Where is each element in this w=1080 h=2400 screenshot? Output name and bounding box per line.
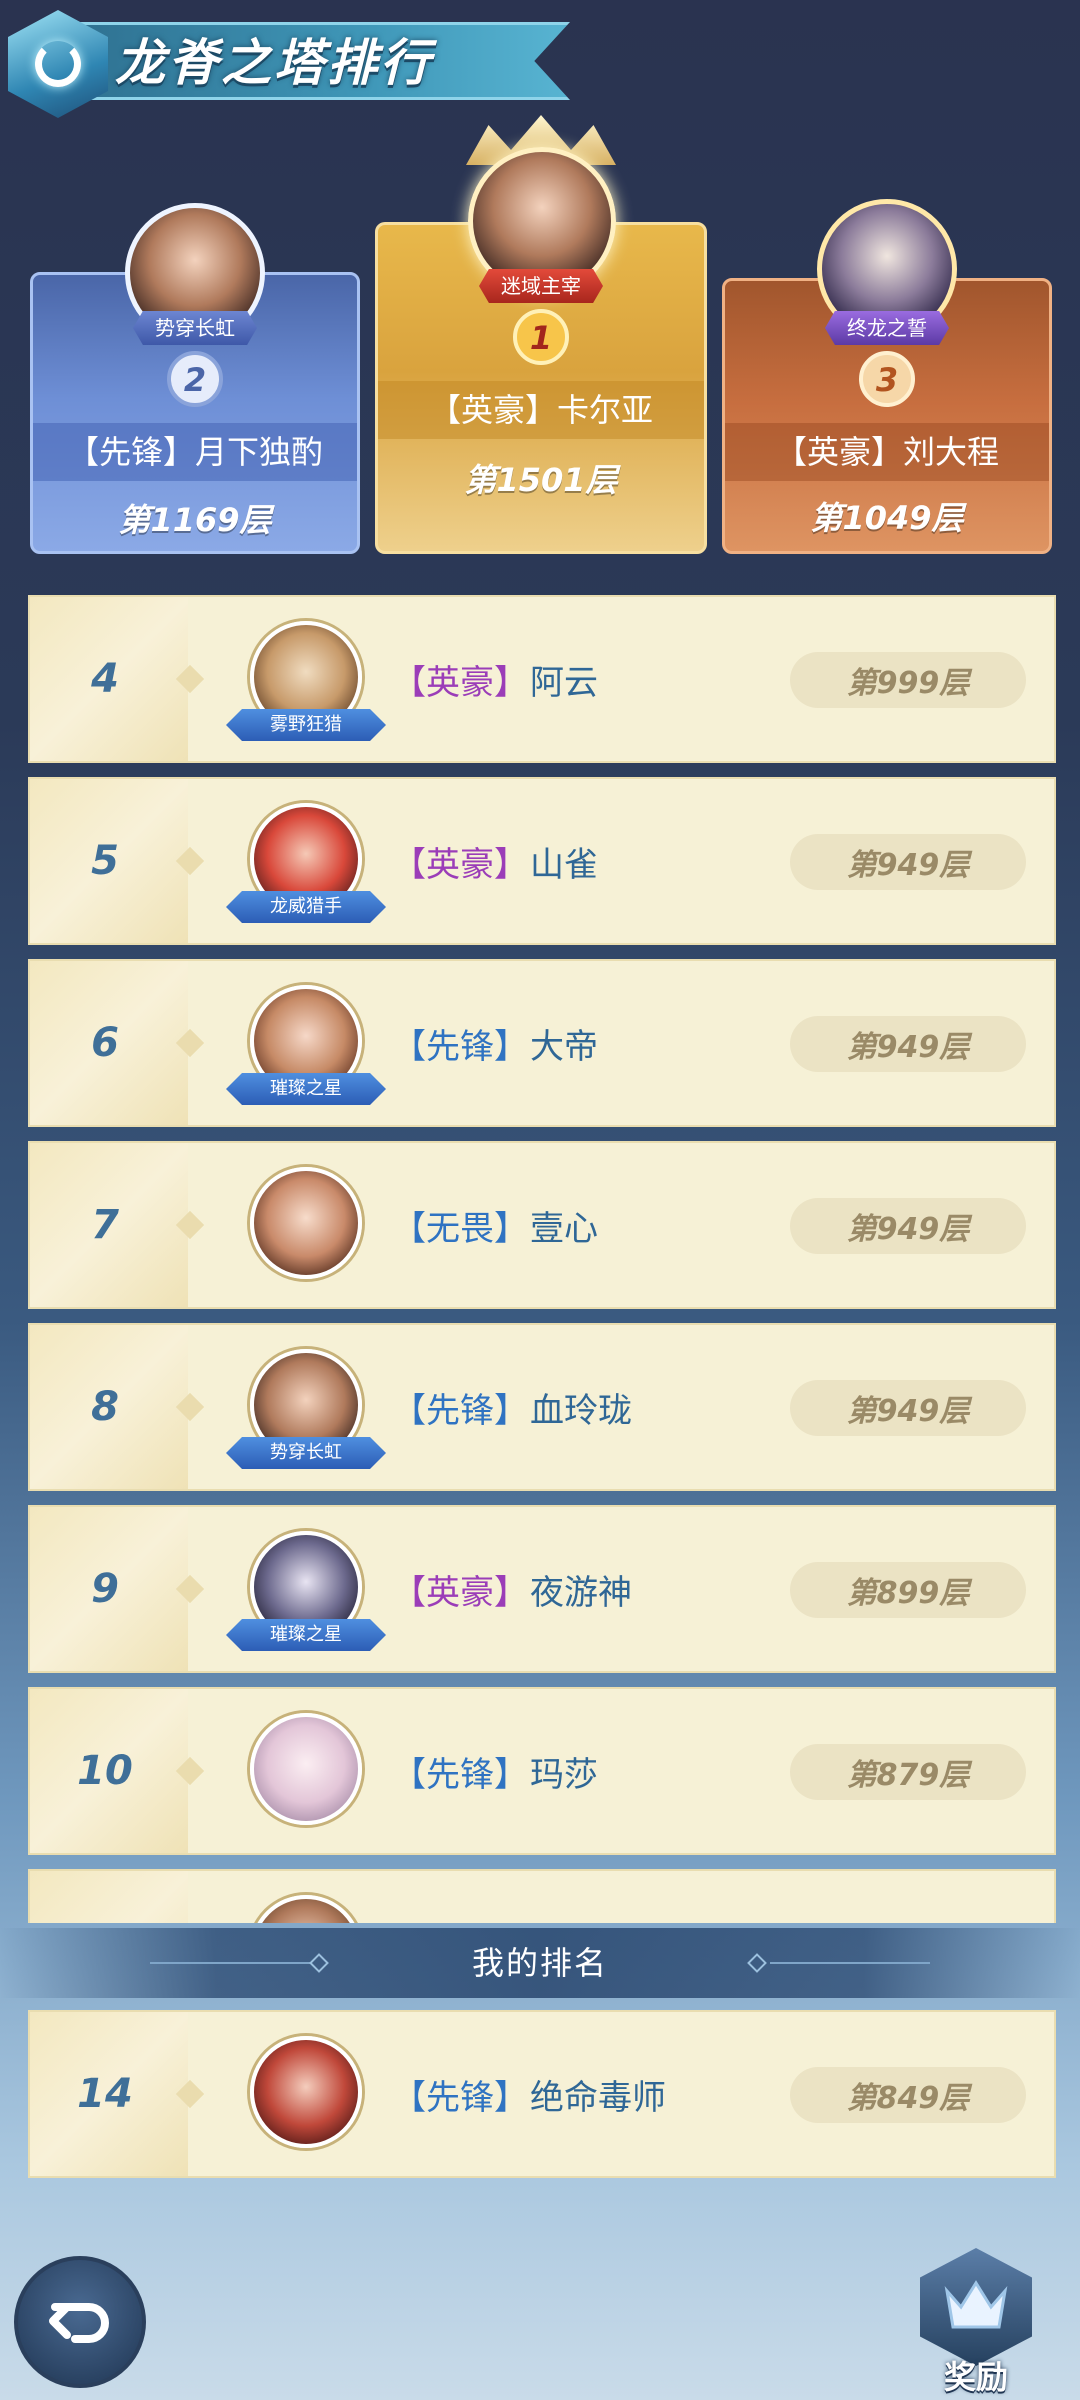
frame-label: 璀璨之星 [226, 1073, 386, 1105]
rank-number: 5 [91, 838, 119, 884]
player-name-text: 卡尔亚 [557, 391, 654, 429]
podium-rank-3[interactable]: 终龙之誓 3 【英豪】刘大程 第1049层 [722, 199, 1052, 554]
list-item[interactable]: 4 雾野狂猎 【英豪】 阿云 第999层 [28, 595, 1056, 763]
rank-number: 7 [91, 1202, 119, 1248]
player-name-text: 山雀 [530, 844, 598, 885]
player-name-text: 大帝 [530, 1026, 598, 1067]
floor-count: 第949层 [790, 834, 1026, 890]
class-tag: 【先锋】 [392, 1026, 528, 1067]
floor-count: 第949层 [790, 1016, 1026, 1072]
list-item[interactable]: 6 璀璨之星 【先锋】 大帝 第949层 [28, 959, 1056, 1127]
floor-count: 第1501层 [464, 461, 618, 499]
player-name-text: 月下独酌 [195, 433, 324, 471]
title-badge: 终龙之誓 [825, 311, 949, 345]
header: 龙脊之塔排行 [0, 0, 600, 130]
floor-count: 第949层 [790, 1380, 1026, 1436]
floor-count: 第1049层 [810, 499, 964, 537]
class-tag: 【英豪】 [428, 391, 557, 429]
reward-button[interactable]: 奖励 [912, 2248, 1040, 2396]
avatar [250, 2036, 362, 2148]
player-name-text: 刘大程 [903, 433, 1000, 471]
class-tag: 【英豪】 [392, 844, 528, 885]
player-name: 【先锋】 大帝 [392, 961, 598, 1125]
ranking-list[interactable]: 4 雾野狂猎 【英豪】 阿云 第999层 5 龙威猎手 【英豪】 山雀 第949层 … [28, 595, 1056, 1923]
my-rank-row[interactable]: 14 【先锋】 绝命毒师 第849层 [28, 2010, 1056, 2178]
reward-label: 奖励 [943, 2358, 1008, 2396]
rank-number: 14 [77, 2071, 133, 2117]
list-item[interactable]: 10 【先锋】 玛莎 第879层 [28, 1687, 1056, 1855]
class-tag: 【英豪】 [392, 1572, 528, 1613]
back-button[interactable] [14, 2256, 146, 2388]
player-name: 【先锋】月下独酌 [33, 423, 357, 481]
floor-count: 第999层 [790, 652, 1026, 708]
rank-medal-1: 1 [513, 309, 569, 365]
list-item[interactable]: 7 【无畏】 壹心 第949层 [28, 1141, 1056, 1309]
list-item[interactable] [28, 1869, 1056, 1923]
rank-number: 10 [77, 1748, 133, 1794]
player-name: 【先锋】 玛莎 [392, 1689, 598, 1853]
list-item[interactable]: 5 龙威猎手 【英豪】 山雀 第949层 [28, 777, 1056, 945]
rank-medal-3: 3 [859, 351, 915, 407]
title-badge: 迷域主宰 [479, 269, 603, 303]
player-name-text: 玛莎 [530, 1754, 598, 1795]
player-name-text: 绝命毒师 [530, 2077, 666, 2118]
frame-label: 龙威猎手 [226, 891, 386, 923]
crown-trophy-icon [920, 2248, 1032, 2366]
section-label: 我的排名 [471, 1944, 608, 1982]
list-item[interactable]: 9 璀璨之星 【英豪】 夜游神 第899层 [28, 1505, 1056, 1673]
player-name: 【先锋】 血玲珑 [392, 1325, 632, 1489]
floor-count: 第949层 [790, 1198, 1026, 1254]
avatar [250, 1167, 362, 1279]
player-name: 【英豪】 夜游神 [392, 1507, 632, 1671]
floor-count: 第899层 [790, 1562, 1026, 1618]
podium-rank-1[interactable]: 迷域主宰 1 【英豪】卡尔亚 第1501层 [375, 115, 707, 554]
player-name-text: 夜游神 [530, 1572, 632, 1613]
player-name: 【英豪】 阿云 [392, 597, 598, 761]
class-tag: 【英豪】 [392, 662, 528, 703]
title-badge: 势穿长虹 [133, 311, 257, 345]
class-tag: 【先锋】 [66, 433, 195, 471]
player-name-text: 壹心 [530, 1208, 598, 1249]
avatar [250, 1895, 362, 1923]
podium-rank-2[interactable]: 势穿长虹 2 【先锋】月下独酌 第1169层 [30, 203, 360, 554]
player-name: 【无畏】 壹心 [392, 1143, 598, 1307]
rank-number: 4 [91, 656, 119, 702]
rank-number: 8 [91, 1384, 119, 1430]
frame-label: 雾野狂猎 [226, 709, 386, 741]
class-tag: 【先锋】 [392, 1754, 528, 1795]
list-item[interactable]: 8 势穿长虹 【先锋】 血玲珑 第949层 [28, 1323, 1056, 1491]
floor-count: 第879层 [790, 1744, 1026, 1800]
player-name-text: 阿云 [530, 662, 598, 703]
player-name-text: 血玲珑 [530, 1390, 632, 1431]
player-name: 【英豪】刘大程 [725, 423, 1049, 481]
floor-count: 第1169层 [118, 501, 272, 539]
class-tag: 【无畏】 [392, 1208, 528, 1249]
frame-label: 势穿长虹 [226, 1437, 386, 1469]
rank-number: 9 [91, 1566, 119, 1612]
player-name: 【先锋】 绝命毒师 [392, 2012, 666, 2176]
player-name: 【英豪】 山雀 [392, 779, 598, 943]
player-name: 【英豪】卡尔亚 [378, 381, 704, 439]
class-tag: 【先锋】 [392, 2077, 528, 2118]
floor-count: 第849层 [790, 2067, 1026, 2123]
avatar [250, 1713, 362, 1825]
rank-number: 6 [91, 1020, 119, 1066]
my-rank-divider: 我的排名 [0, 1928, 1080, 1998]
rank-medal-2: 2 [167, 351, 223, 407]
class-tag: 【先锋】 [392, 1390, 528, 1431]
frame-label: 璀璨之星 [226, 1619, 386, 1651]
page-title: 龙脊之塔排行 [115, 34, 433, 92]
class-tag: 【英豪】 [774, 433, 903, 471]
back-arrow-icon [49, 2303, 109, 2343]
